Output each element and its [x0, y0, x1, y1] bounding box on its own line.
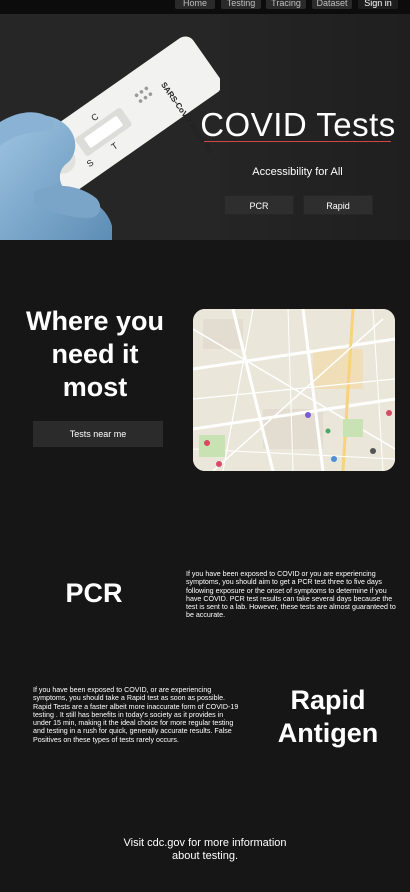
rapid-heading: Rapid Antigen — [277, 685, 379, 748]
hero-pcr-button[interactable]: PCR — [224, 195, 294, 215]
pcr-heading: PCR — [65, 578, 123, 608]
hero-title: COVID Tests — [200, 106, 396, 143]
footer-cdc-note: Visit cdc.gov for more information about… — [123, 837, 287, 862]
pcr-description: If you have been exposed to COVID or you… — [186, 570, 396, 620]
where-heading: Where you need it most — [25, 306, 165, 402]
nav-tracing-button[interactable]: Tracing — [266, 0, 306, 9]
hero-title-underline — [204, 141, 391, 142]
top-nav: Home Testing Tracing Dataset Sign in — [0, 0, 410, 14]
nav-signin-button[interactable]: Sign in — [358, 0, 398, 9]
nav-home-button[interactable]: Home — [175, 0, 215, 9]
hero-subtitle: Accessibility for All — [252, 166, 343, 178]
hero-section: SARS-CoV-2 Rapid Ag C T S COVID Tests Ac… — [0, 14, 410, 240]
rapid-test-image: SARS-CoV-2 Rapid Ag C T S — [0, 14, 220, 240]
nav-dataset-button[interactable]: Dataset — [312, 0, 352, 9]
tests-near-me-button[interactable]: Tests near me — [33, 421, 163, 447]
testing-locations-map[interactable] — [193, 309, 395, 471]
hero-rapid-button[interactable]: Rapid — [303, 195, 373, 215]
rapid-description: If you have been exposed to COVID, or ar… — [33, 686, 239, 744]
nav-testing-button[interactable]: Testing — [221, 0, 261, 9]
map-image — [193, 309, 395, 471]
